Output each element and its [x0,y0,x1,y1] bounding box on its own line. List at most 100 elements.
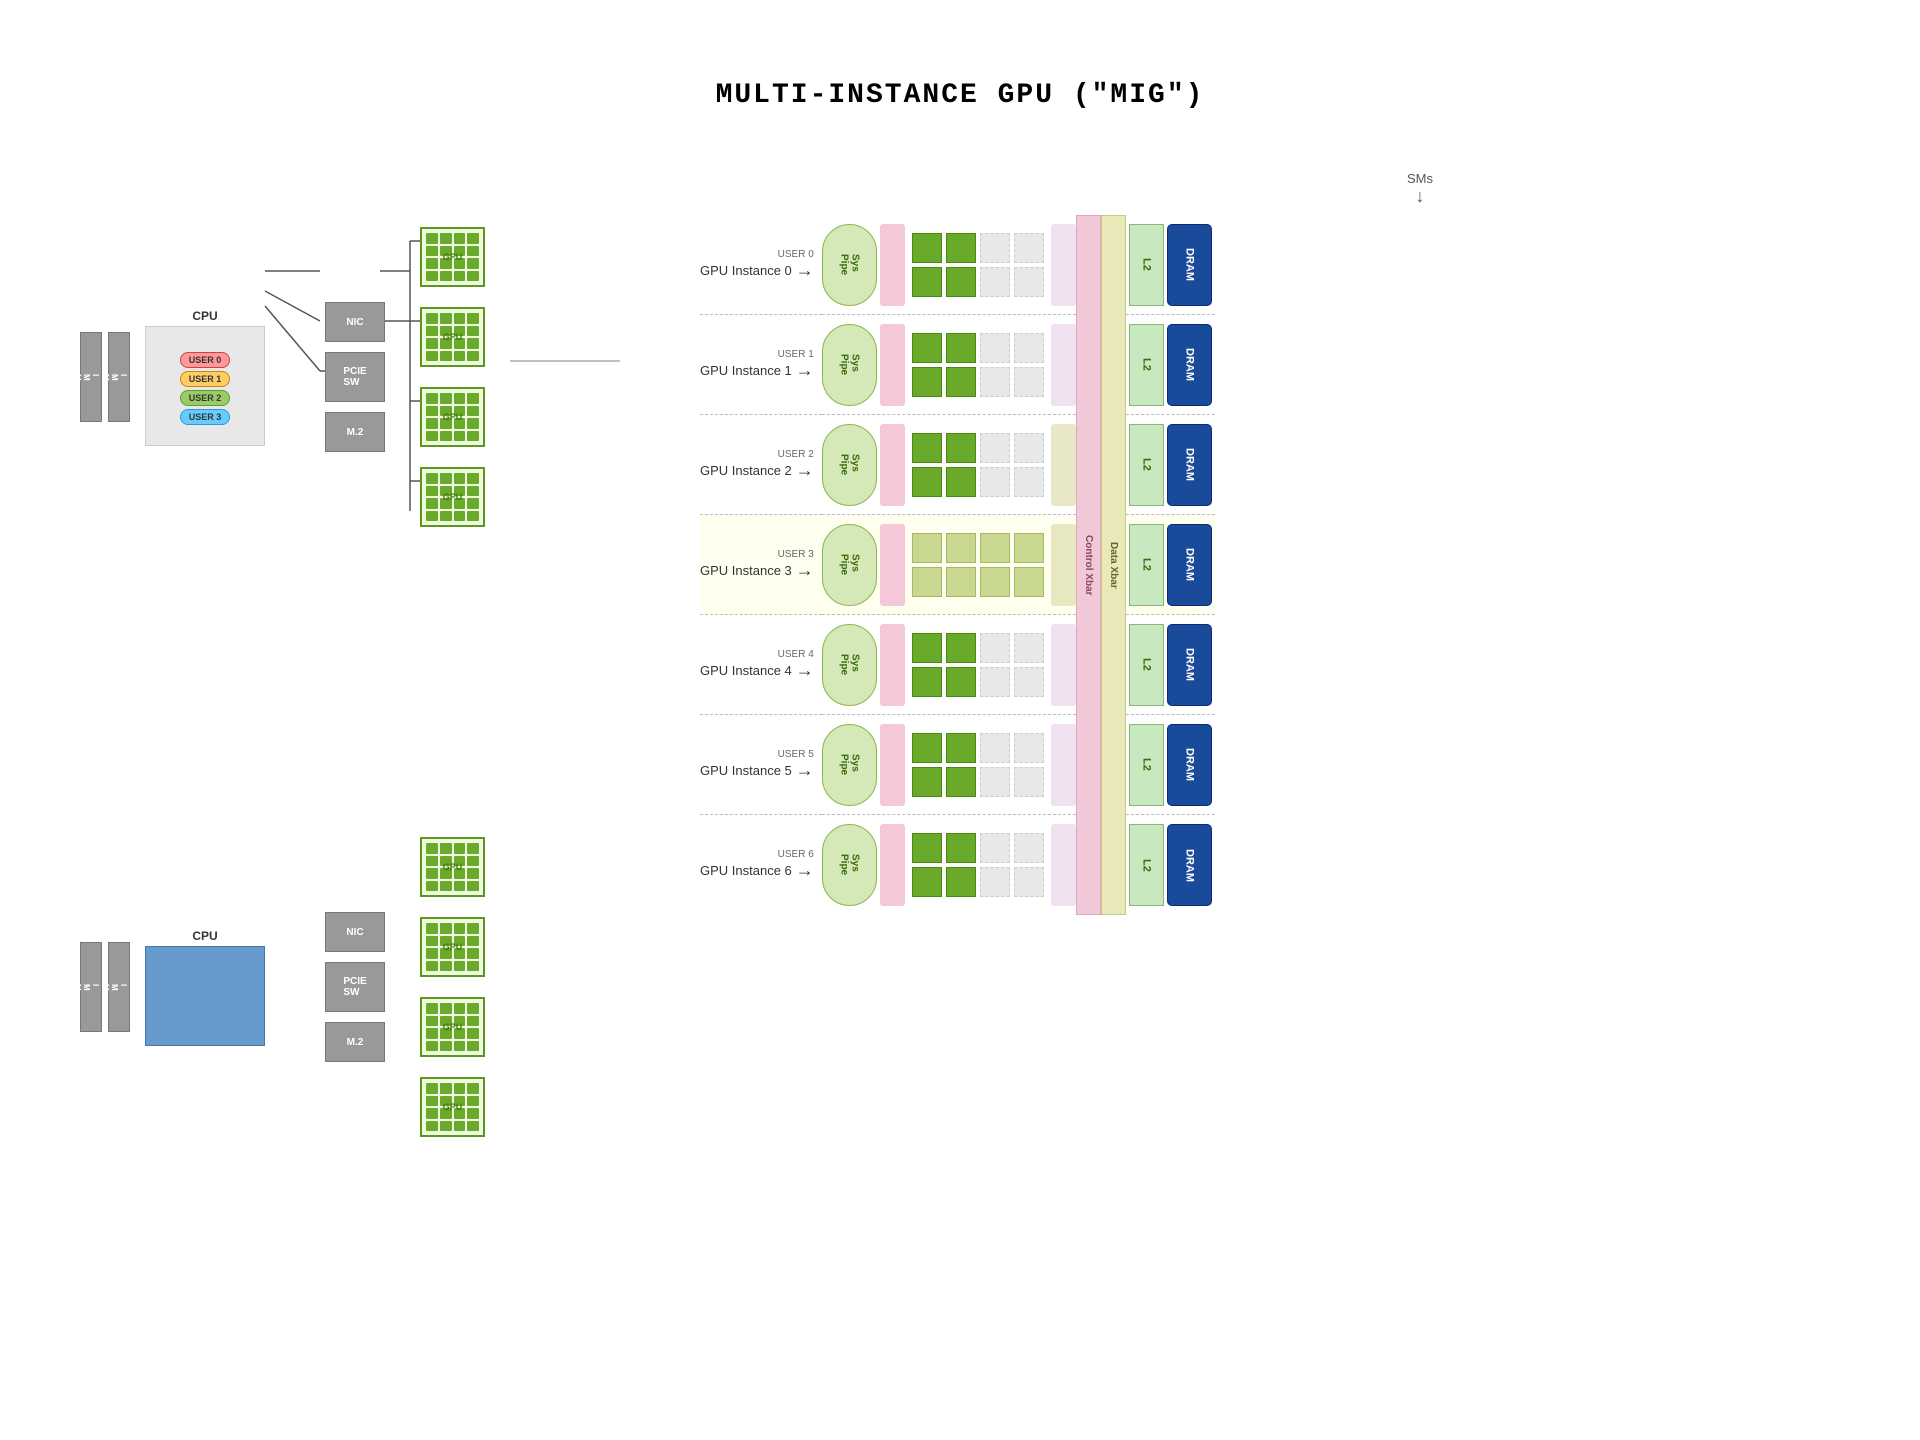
m2-box-2: M.2 [325,1022,385,1062]
l2-2: L2 [1129,424,1164,506]
sms-label: SMs [1407,171,1433,186]
instance-name-6: GPU Instance 6 → [700,860,814,881]
pink-left-5 [880,724,905,806]
user-tag-3: USER 3 [778,549,814,560]
sys-pipe-0: SysPipe [822,224,877,306]
user-tag-0: USER 0 [778,249,814,260]
l2-4: L2 [1129,624,1164,706]
instance-name-0: GPU Instance 0 → [700,260,814,281]
user-3-label: USER 3 [180,409,231,425]
instance-labels-col: USER 0 GPU Instance 0 → USER 1 GPU Insta… [700,215,822,915]
instance-name-5: GPU Instance 5 → [700,760,814,781]
sys-pipe-sm-col: SysPipe SysPipe [822,215,1076,915]
dimm-group-1: DIMM DIMM [80,332,130,422]
sys-pipe-1: SysPipe [822,324,877,406]
user-0-label: USER 0 [180,352,231,368]
control-xbar-col: Control Xbar [1076,215,1101,915]
pink-left-0 [880,224,905,306]
dram-0: DRAM [1167,224,1212,306]
dram-1: DRAM [1167,324,1212,406]
cpu-box-2 [145,946,265,1046]
gpu-block-2-1 [420,837,485,897]
dram-6: DRAM [1167,824,1212,906]
sm-grid-2 [908,429,1048,501]
instance-name-4: GPU Instance 4 → [700,660,814,681]
pink-left-2 [880,424,905,506]
dram-3: DRAM [1167,524,1212,606]
sm-grid-0 [908,229,1048,301]
system-diagram-2: DIMM DIMM CPU NIC PCIESW M.2 [80,801,620,1361]
pink-right-6 [1051,824,1076,906]
right-panel: SMs ↓ USER 0 GPU Instance 0 → USER 1 GPU… [700,151,1840,1361]
pink-left-6 [880,824,905,906]
dram-5: DRAM [1167,724,1212,806]
control-xbar-label: Control Xbar [1076,215,1101,915]
dimm-group-2: DIMM DIMM [80,942,130,1032]
pink-left-3 [880,524,905,606]
sys-pipe-3: SysPipe [822,524,877,606]
yellow-right-2 [1051,424,1076,506]
pcie-box-2: PCIESW [325,962,385,1012]
main-container: DIMM DIMM CPU USER 0 USER 1 USER 2 USER … [0,151,1920,1361]
cpu-label-2: CPU [192,929,217,943]
gpu-block-2-2 [420,917,485,977]
dimm-4: DIMM [108,942,130,1032]
gpu-block-1-1 [420,227,485,287]
dimm-3: DIMM [80,942,102,1032]
dimm-1: DIMM [80,332,102,422]
instance-name-1: GPU Instance 1 → [700,360,814,381]
gpu-instances-area: USER 0 GPU Instance 0 → USER 1 GPU Insta… [700,215,1840,915]
dimm-2: DIMM [108,332,130,422]
sm-grid-6 [908,829,1048,901]
l2-dram-col: L2 DRAM L2 DRAM L2 DRAM L2 [1126,215,1215,915]
user-tag-1: USER 1 [778,349,814,360]
sm-grid-5 [908,729,1048,801]
gpu-block-1-3 [420,387,485,447]
sm-grid-4 [908,629,1048,701]
sm-grid-3 [908,529,1048,601]
user-tag-2: USER 2 [778,449,814,460]
pink-left-1 [880,324,905,406]
l2-3: L2 [1129,524,1164,606]
gpu-internals-area: SysPipe SysPipe [822,215,1215,915]
nic-box-2: NIC [325,912,385,952]
user-tag-4: USER 4 [778,649,814,660]
sys-pipe-2: SysPipe [822,424,877,506]
left-panel: DIMM DIMM CPU USER 0 USER 1 USER 2 USER … [80,151,640,1361]
user-labels: USER 0 USER 1 USER 2 USER 3 [180,352,231,425]
l2-5: L2 [1129,724,1164,806]
gpu-block-2-4 [420,1077,485,1137]
l2-6: L2 [1129,824,1164,906]
pink-right-5 [1051,724,1076,806]
nic-box-1: NIC [325,302,385,342]
sm-grid-1 [908,329,1048,401]
user-tag-6: USER 6 [778,849,814,860]
pink-right-4 [1051,624,1076,706]
gpu-block-1-2 [420,307,485,367]
data-xbar-label: Data Xbar [1101,215,1126,915]
sys-pipe-6: SysPipe [822,824,877,906]
cpu-label-1: CPU [192,309,217,323]
m2-box-1: M.2 [325,412,385,452]
system-diagram-1: DIMM DIMM CPU USER 0 USER 1 USER 2 USER … [80,191,620,751]
instance-name-3: GPU Instance 3 → [700,560,814,581]
user-2-label: USER 2 [180,390,231,406]
user-tag-5: USER 5 [778,749,814,760]
sys-pipe-4: SysPipe [822,624,877,706]
l2-0: L2 [1129,224,1164,306]
dram-4: DRAM [1167,624,1212,706]
cpu-box-1: USER 0 USER 1 USER 2 USER 3 [145,326,265,446]
pink-right-0 [1051,224,1076,306]
dram-2: DRAM [1167,424,1212,506]
pink-right-1 [1051,324,1076,406]
instance-name-2: GPU Instance 2 → [700,460,814,481]
sys-pipe-5: SysPipe [822,724,877,806]
page-title: MULTI-INSTANCE GPU ("MIG") [0,0,1920,111]
pcie-box-1: PCIESW [325,352,385,402]
user-1-label: USER 1 [180,371,231,387]
sms-arrow: ↓ [1416,186,1425,207]
gpu-block-2-3 [420,997,485,1057]
l2-1: L2 [1129,324,1164,406]
data-xbar-col: Data Xbar [1101,215,1126,915]
gpu-block-1-4 [420,467,485,527]
